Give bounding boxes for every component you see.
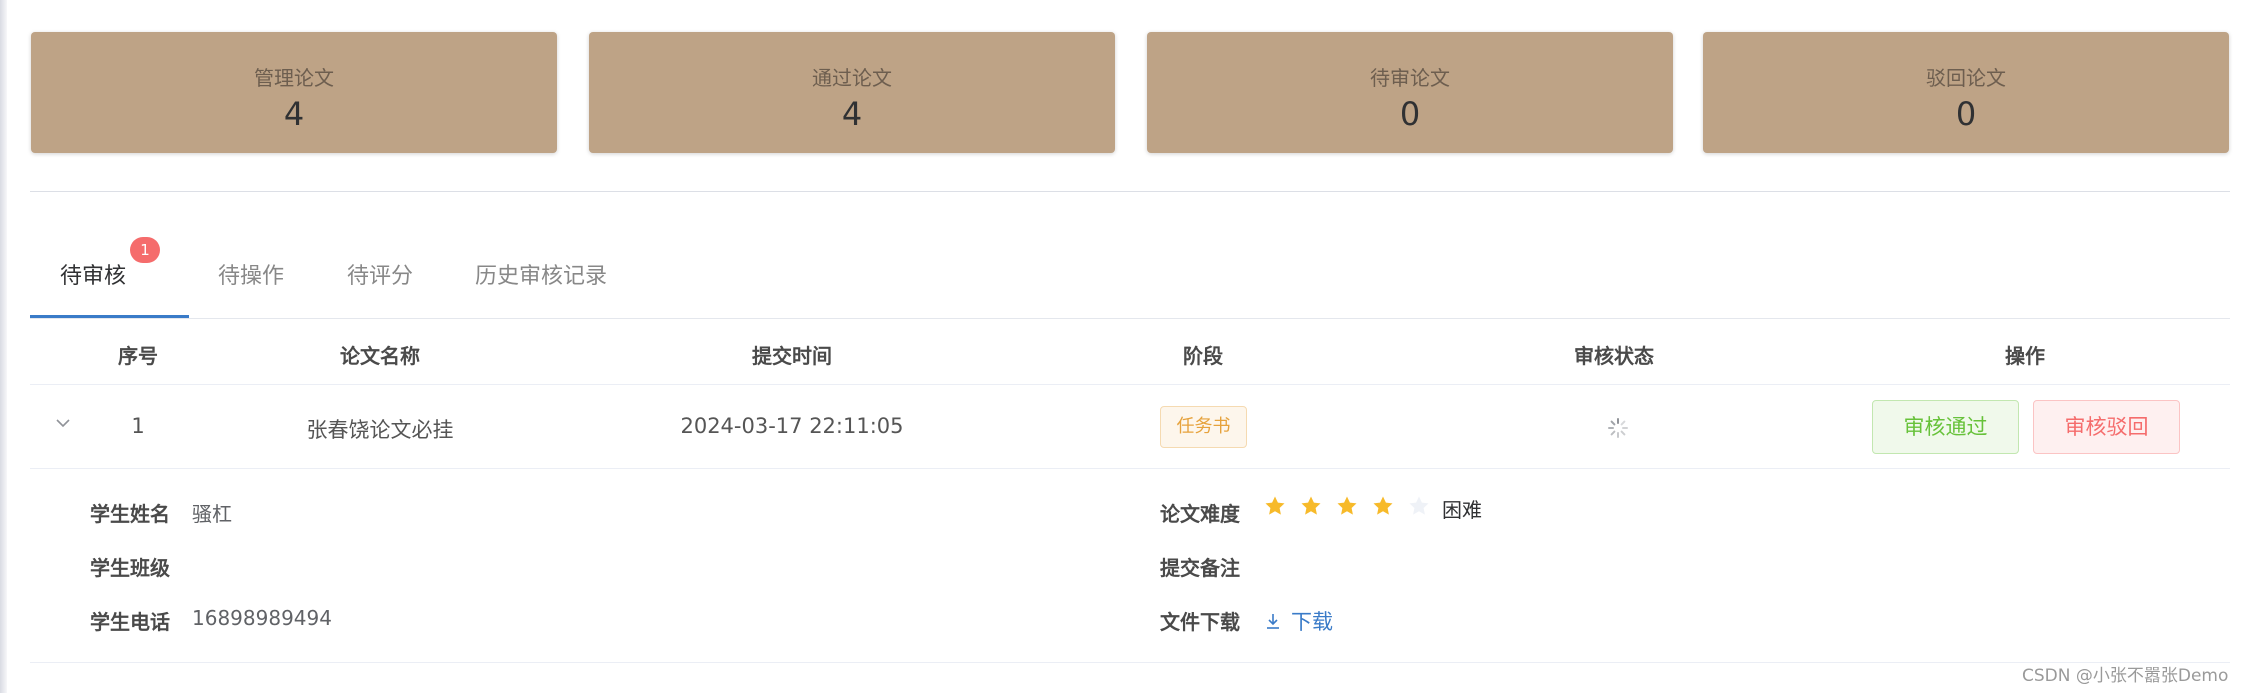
stat-label: 通过论文 [812,66,892,90]
stat-card-pending: 待审论文 0 [1147,32,1673,153]
tab-badge: 1 [130,237,160,263]
reject-button[interactable]: 审核驳回 [2033,400,2180,454]
stat-cards: 管理论文 4 通过论文 4 待审论文 0 驳回论文 0 [31,32,2229,153]
download-link[interactable]: 下载 [1263,606,1333,636]
download-icon [1267,614,1279,629]
tab-active-indicator [30,315,189,318]
stat-card-rejected: 驳回论文 0 [1703,32,2229,153]
stat-value: 4 [841,95,863,133]
window-edge [0,0,7,693]
difficulty-text: 困难 [1442,498,1482,522]
col-header-status: 审核状态 [1574,344,1654,368]
download-text: 下载 [1291,610,1333,634]
chevron-down-icon[interactable] [53,413,73,433]
col-header-actions: 操作 [2005,344,2045,368]
tab-pending-review[interactable]: 待审核 [60,258,126,290]
stage-tag: 任务书 [1160,406,1247,448]
loading-icon [1608,418,1628,438]
cell-name: 张春饶论文必挂 [306,418,454,442]
tab-pending-action[interactable]: 待操作 [218,258,284,290]
cell-submit-time: 2024-03-17 22:11:05 [680,414,904,438]
star-icon[interactable] [1299,494,1323,518]
stat-label: 管理论文 [254,66,334,90]
star-icon[interactable] [1263,494,1287,518]
remark-label: 提交备注 [1160,556,1240,580]
col-header-submit-time: 提交时间 [752,344,832,368]
star-icon[interactable] [1407,494,1431,518]
student-phone-label: 学生电话 [90,610,170,634]
student-name-label: 学生姓名 [90,502,170,526]
star-icon[interactable] [1371,494,1395,518]
student-phone-value: 16898989494 [192,606,332,630]
cell-index: 1 [131,414,145,438]
star-icon[interactable] [1335,494,1359,518]
watermark: CSDN @小张不嚣张Demo [2022,666,2229,686]
stat-label: 待审论文 [1370,66,1450,90]
table-row: 1 张春饶论文必挂 2024-03-17 22:11:05 任务书 审核通过 审… [30,386,2230,469]
col-header-index: 序号 [118,344,158,368]
stat-card-passed: 通过论文 4 [589,32,1115,153]
difficulty-label: 论文难度 [1160,502,1240,526]
row-detail: 学生姓名 骚杠 学生班级 学生电话 16898989494 论文难度 困难 提交… [30,470,2230,663]
stat-value: 0 [1955,95,1977,133]
student-class-label: 学生班级 [90,556,170,580]
review-tabs: 待审核 1 待操作 待评分 历史审核记录 [30,232,2230,319]
stat-card-manage: 管理论文 4 [31,32,557,153]
file-download-label: 文件下载 [1160,610,1240,634]
stat-value: 4 [283,95,305,133]
table-header: 序号 论文名称 提交时间 阶段 审核状态 操作 [30,320,2230,385]
student-name-value: 骚杠 [192,502,232,526]
col-header-name: 论文名称 [340,344,420,368]
stat-value: 0 [1399,95,1421,133]
tab-history[interactable]: 历史审核记录 [475,258,607,290]
section-divider [30,191,2230,192]
stat-label: 驳回论文 [1926,66,2006,90]
tab-pending-score[interactable]: 待评分 [347,258,413,290]
approve-button[interactable]: 审核通过 [1872,400,2019,454]
col-header-stage: 阶段 [1183,344,1223,368]
